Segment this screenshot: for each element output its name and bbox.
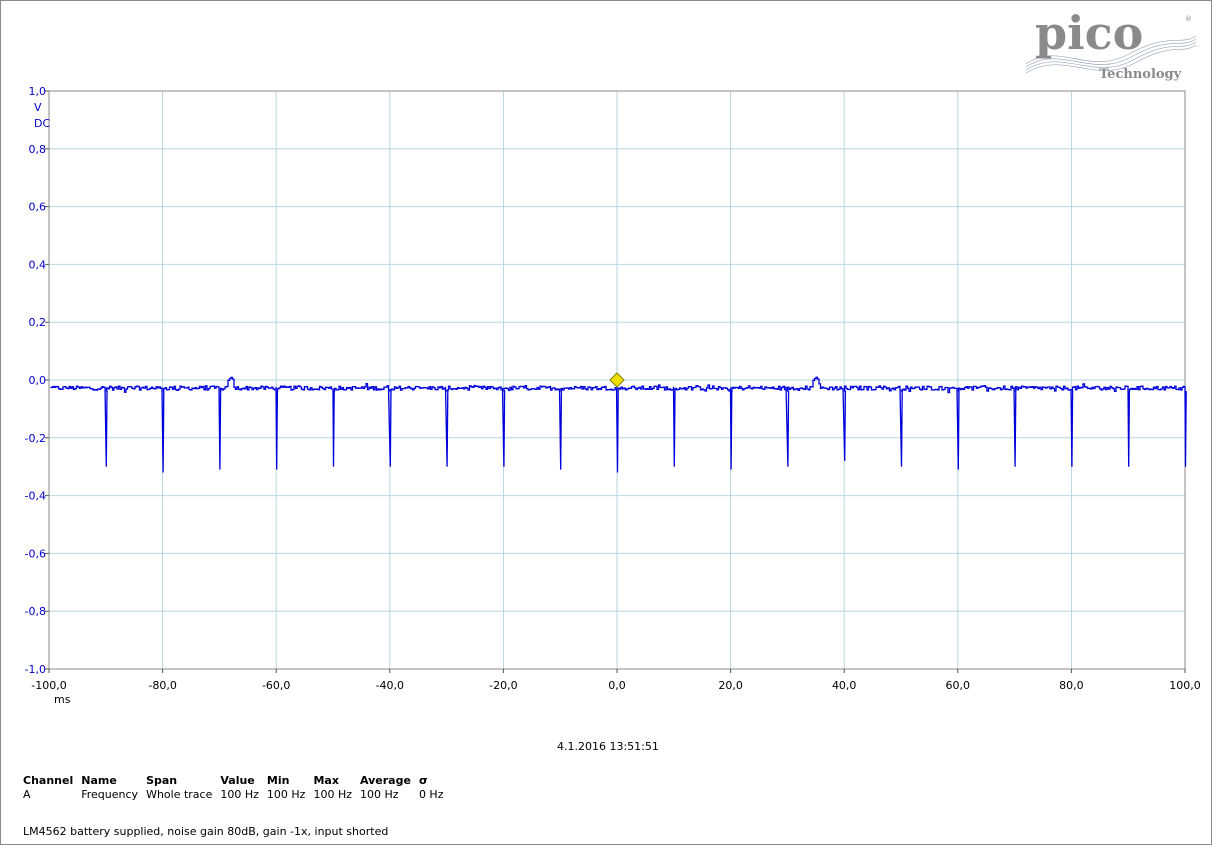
- y-tick-label: -0,2: [25, 432, 46, 445]
- cell-min: 100 Hz: [266, 788, 306, 801]
- cell-name: Frequency: [81, 788, 139, 801]
- x-tick-label: 20,0: [718, 679, 743, 692]
- header-span: Span: [146, 774, 178, 787]
- y-tick-label: -0,6: [25, 547, 46, 560]
- y-tick-label: -1,0: [25, 663, 46, 676]
- cell-channel: A: [23, 788, 31, 801]
- x-tick-label: 100,0: [1169, 679, 1201, 692]
- x-tick-label: 40,0: [832, 679, 857, 692]
- x-tick-label: -60,0: [262, 679, 290, 692]
- x-tick-label: -20,0: [489, 679, 517, 692]
- cell-average: 100 Hz: [360, 788, 399, 801]
- y-tick-label: 0,0: [29, 374, 47, 387]
- header-sigma: σ: [418, 774, 428, 787]
- y-axis-coupling: DC: [34, 117, 50, 130]
- measurements-table: Channel Name Span Value Min Max Average …: [23, 774, 451, 801]
- header-average: Average: [360, 774, 411, 787]
- header-channel: Channel: [23, 774, 74, 787]
- x-tick-label: 60,0: [946, 679, 971, 692]
- y-axis-ticks: 1,0 0,8 0,6 0,4 0,2 0,0 -0,2 -0,4 -0,6 -0,8 -1,0: [25, 85, 49, 676]
- logo-wordmark: pico: [1035, 9, 1143, 60]
- registered-icon: ®: [1185, 15, 1192, 23]
- header-value: Value: [220, 774, 255, 787]
- pico-technology-logo: pico Technology ®: [1021, 6, 1201, 84]
- capture-note: LM4562 battery supplied, noise gain 80dB…: [23, 825, 389, 838]
- x-axis-ticks: -100,0 -80,0 -60,0 -40,0 -20,0 0,0 20,0 40,0 60,…: [31, 669, 1201, 692]
- logo-sub: Technology: [1099, 67, 1182, 82]
- y-tick-label: -0,4: [25, 490, 46, 503]
- table-row[interactable]: A Frequency Whole trace 100 Hz 100 Hz 10…: [23, 788, 451, 801]
- cell-max: 100 Hz: [313, 788, 352, 801]
- y-tick-label: -0,8: [25, 605, 46, 618]
- x-tick-label: 80,0: [1059, 679, 1084, 692]
- y-tick-label: 0,6: [29, 201, 47, 214]
- y-tick-label: 0,4: [29, 258, 47, 271]
- cell-span: Whole trace: [146, 788, 213, 801]
- header-min: Min: [266, 774, 290, 787]
- y-tick-label: 0,2: [29, 316, 47, 329]
- x-axis-unit: ms: [54, 693, 71, 706]
- cell-sigma: 0 Hz: [418, 788, 444, 801]
- header-max: Max: [313, 774, 339, 787]
- x-tick-label: -80,0: [148, 679, 176, 692]
- y-axis-unit: V: [34, 101, 42, 114]
- y-tick-label: 1,0: [29, 85, 47, 98]
- measurements-header-row: Channel Name Span Value Min Max Average …: [23, 774, 451, 788]
- x-tick-label: -100,0: [31, 679, 66, 692]
- y-tick-label: 0,8: [29, 143, 47, 156]
- oscilloscope-chart: 1,0 0,8 0,6 0,4 0,2 0,0 -0,2 -0,4 -0,6 -0,8 -1,0 -…: [25, 85, 1201, 706]
- cell-value: 100 Hz: [220, 788, 259, 801]
- channel-a-trace: [50, 376, 1187, 473]
- header-name: Name: [81, 774, 117, 787]
- x-tick-label: -40,0: [376, 679, 404, 692]
- trigger-marker[interactable]: [609, 372, 625, 388]
- x-tick-label: 0,0: [608, 679, 626, 692]
- capture-timestamp: 4.1.2016 13:51:51: [557, 740, 659, 753]
